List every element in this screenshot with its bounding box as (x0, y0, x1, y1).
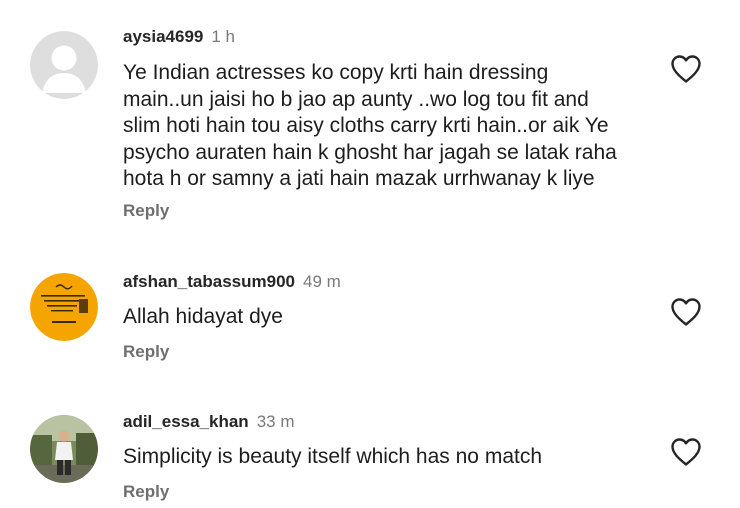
comment-text-line: main..un jaisi ho b jao ap aunty ..wo lo… (123, 87, 589, 111)
user-avatar[interactable] (30, 273, 98, 341)
comment-text: Ye Indian actresses ko copy krti hain dr… (123, 60, 643, 193)
user-avatar[interactable] (30, 31, 98, 99)
comment-time: 33 m (256, 412, 295, 431)
comment-meta: aysia4699 1 h (123, 27, 235, 47)
comment-text: Simplicity is beauty itself which has no… (123, 445, 543, 468)
photo-avatar (30, 415, 98, 483)
username[interactable]: adil_essa_khan (123, 412, 249, 431)
comment-text-line: hota h or samny a jati hain mazak urrhwa… (123, 167, 595, 190)
comment-text-line: psycho auraten hain k ghosht har jagah s… (123, 140, 617, 164)
comment-meta: afshan_tabassum900 49 m (123, 272, 341, 292)
heart-outline-icon[interactable] (670, 54, 702, 84)
username[interactable]: afshan_tabassum900 (123, 272, 295, 291)
reply-button[interactable]: Reply (123, 342, 169, 362)
heart-outline-icon[interactable] (670, 297, 702, 327)
comment-time: 49 m (302, 272, 341, 291)
comment-time: 1 h (211, 27, 236, 46)
comment-text: Allah hidayat dye (123, 305, 283, 328)
reply-button[interactable]: Reply (123, 482, 169, 502)
heart-outline-icon[interactable] (670, 437, 702, 467)
calligraphy-avatar (30, 273, 98, 341)
comment-text-line: Ye Indian actresses ko copy krti hain dr… (123, 61, 549, 84)
username[interactable]: aysia4699 (123, 27, 203, 46)
default-user-icon (30, 31, 98, 99)
user-avatar[interactable] (30, 415, 98, 483)
comment-meta: adil_essa_khan 33 m (123, 412, 295, 432)
comment-text-line: slim hoti hain tou aisy cloths carry krt… (123, 114, 609, 137)
reply-button[interactable]: Reply (123, 201, 169, 221)
